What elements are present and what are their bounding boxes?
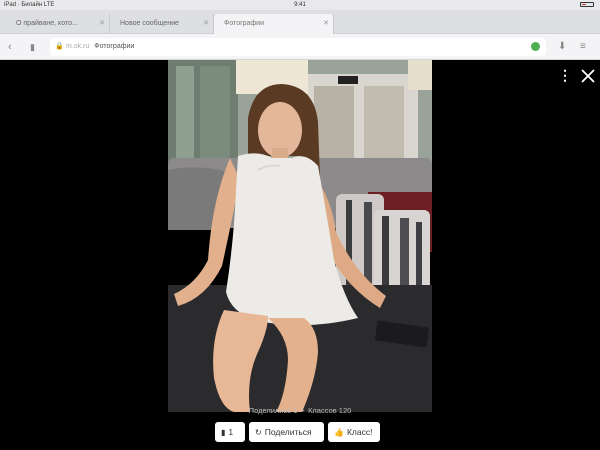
chevron-left-icon: ‹: [8, 41, 12, 53]
menu-button[interactable]: ≡: [580, 40, 586, 54]
lock-icon: 🔒: [55, 43, 64, 50]
share-icon: ↻: [255, 428, 262, 437]
close-tab-icon[interactable]: ✕: [203, 14, 209, 34]
photo[interactable]: [168, 60, 432, 412]
tab-label: Фотографии: [224, 20, 265, 27]
close-button[interactable]: [578, 66, 598, 86]
like-button[interactable]: 👍 Класс!: [328, 422, 380, 442]
share-button[interactable]: ↻ Поделиться: [249, 422, 324, 442]
comment-icon: ▮: [221, 428, 226, 437]
shares-count[interactable]: Поделились 1: [249, 406, 298, 415]
tab-0[interactable]: О прайване, кото... ✕: [6, 14, 110, 34]
url-host: m.ok.ru: [66, 43, 90, 50]
tab-strip: О прайване, кото... ✕ Новое сообщение ✕ …: [0, 10, 600, 34]
more-vertical-icon: ⋮: [558, 67, 572, 83]
tab-2-active[interactable]: Фотографии ✕: [214, 14, 334, 34]
like-label: Класс!: [346, 427, 373, 437]
bookmark-icon: ▮: [30, 42, 35, 52]
tab-label: О прайване, кото...: [16, 20, 78, 27]
url-field[interactable]: 🔒 m.ok.ru Фотографии: [50, 38, 546, 56]
photo-stats: Поделились 1 • Классов 120: [0, 406, 600, 415]
tab-1[interactable]: Новое сообщение ✕: [110, 14, 214, 34]
close-tab-icon[interactable]: ✕: [99, 14, 105, 34]
back-button[interactable]: ‹: [8, 40, 12, 54]
likes-count[interactable]: Классов 120: [308, 406, 351, 415]
close-icon: [581, 69, 595, 83]
comments-button[interactable]: ▮ 1: [215, 422, 245, 442]
menu-icon: ≡: [580, 41, 586, 52]
url-page-title: Фотографии: [94, 43, 135, 50]
comments-count: 1: [228, 427, 234, 437]
download-icon: ⬇: [558, 41, 567, 52]
download-button[interactable]: ⬇: [558, 40, 566, 54]
tab-label: Новое сообщение: [120, 20, 179, 27]
more-options-button[interactable]: ⋮: [558, 67, 572, 84]
battery-icon: [580, 2, 594, 7]
address-bar: ‹ ▮ 🔒 m.ok.ru Фотографии ⬇ ≡: [0, 34, 600, 60]
separator-dot: •: [301, 406, 305, 415]
status-bar: iPad · Билайн LTE 9:41: [0, 0, 600, 10]
reader-icon[interactable]: [531, 42, 540, 51]
close-tab-icon[interactable]: ✕: [323, 14, 329, 34]
clock: 9:41: [294, 2, 306, 8]
share-label: Поделиться: [264, 427, 312, 437]
thumbs-up-icon: 👍: [334, 428, 344, 437]
photo-viewer: ⋮ Поделились 1 • Классов 120 ▮ 1 ↻ Подел…: [0, 60, 600, 450]
reading-list-button[interactable]: ▮: [30, 40, 35, 54]
